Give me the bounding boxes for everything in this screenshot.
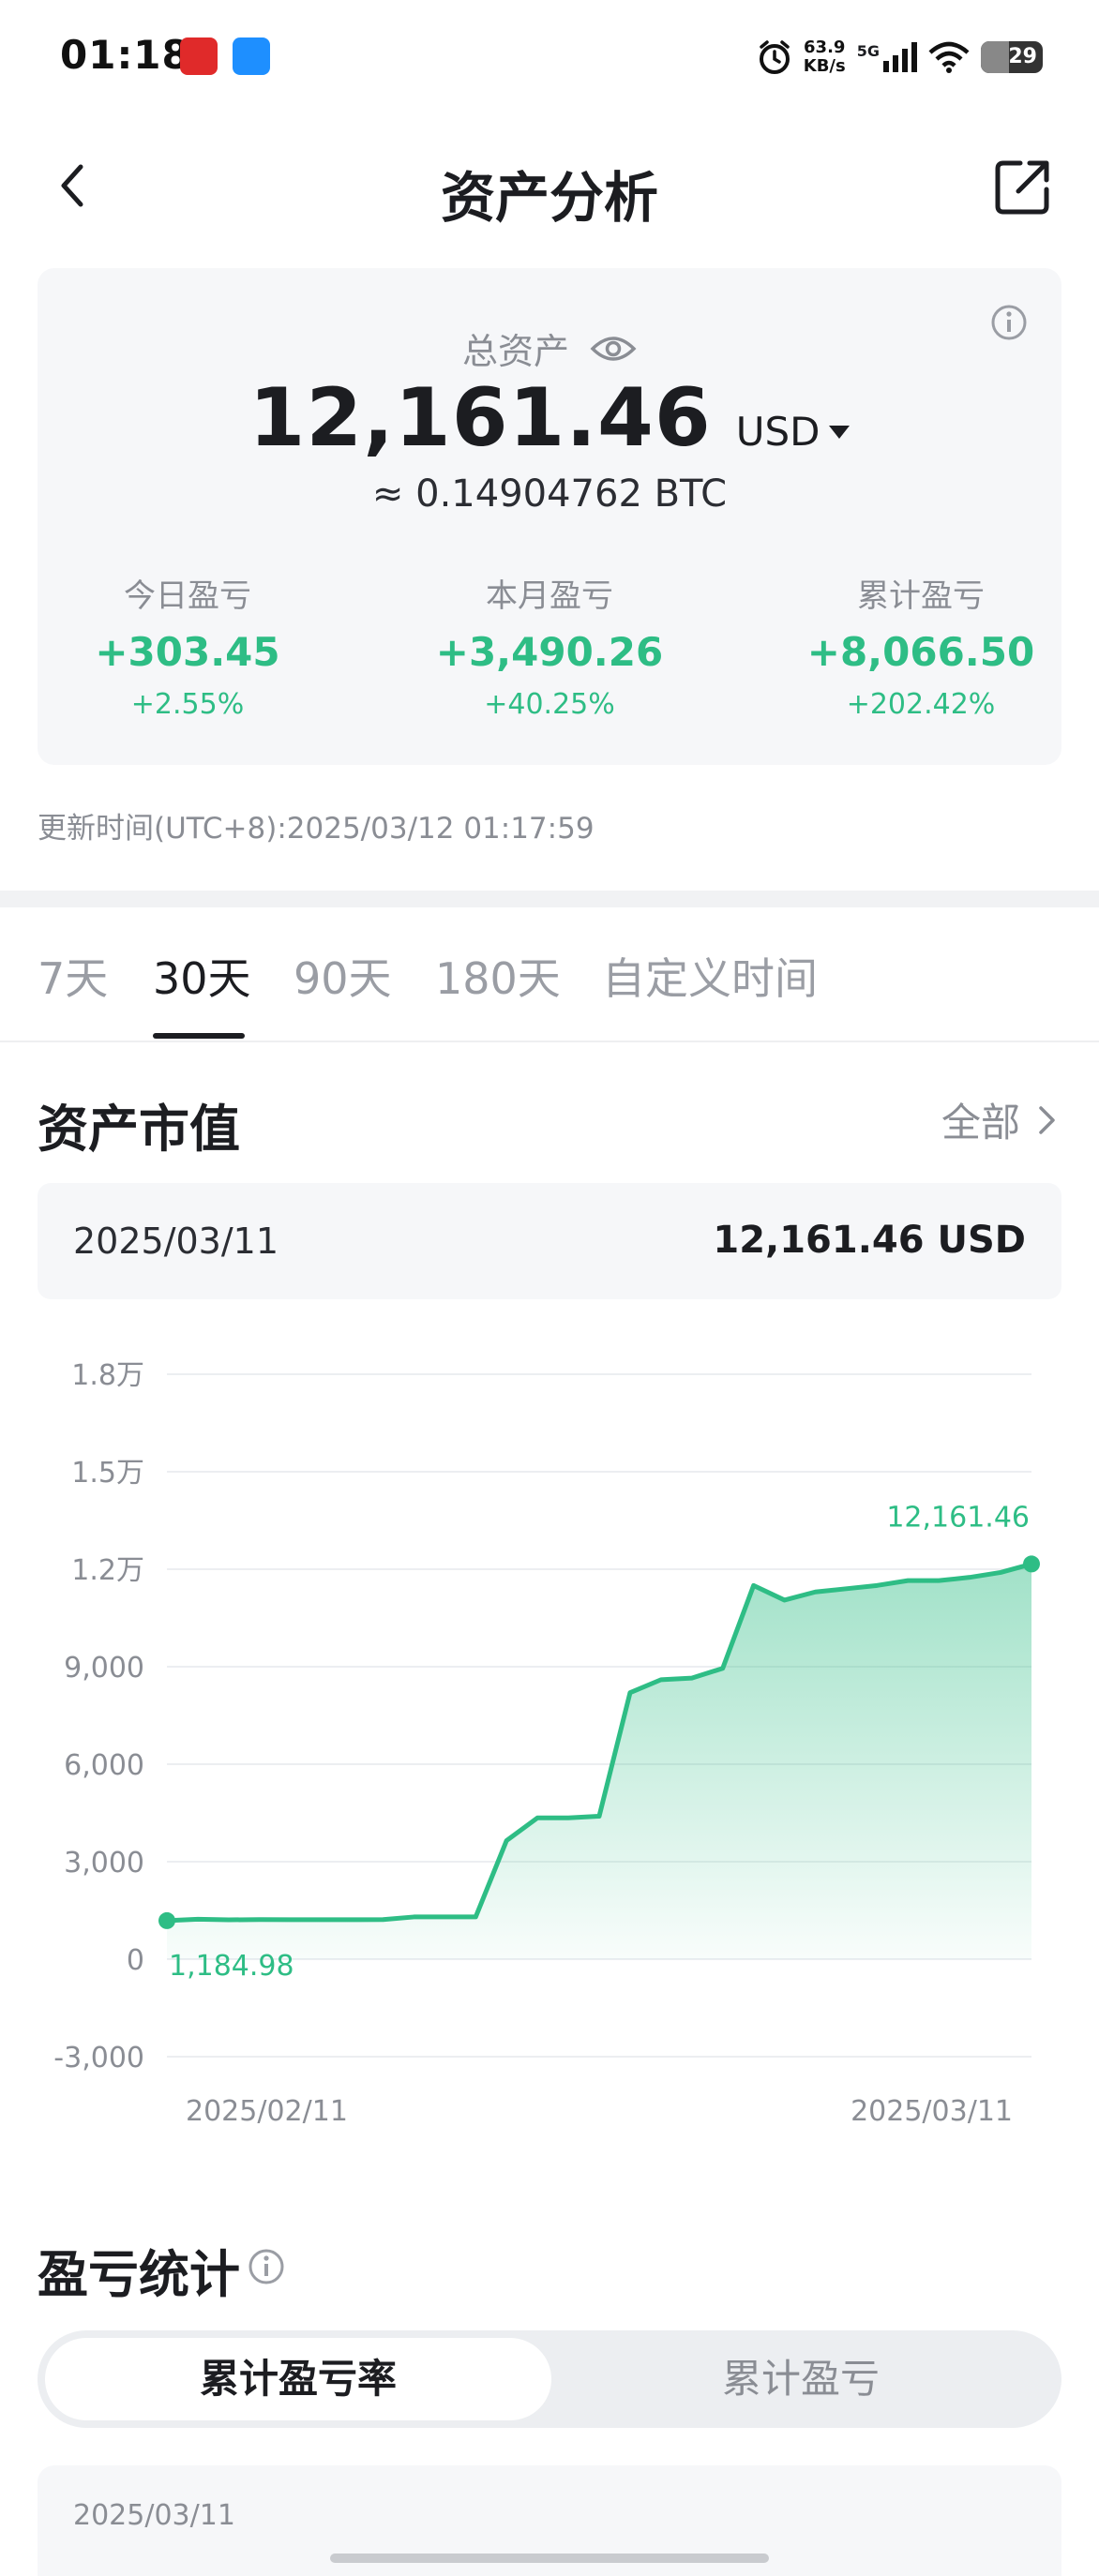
- chevron-right-icon: [1039, 1105, 1055, 1134]
- status-icons: 63.9 KB/s 5G 29: [757, 34, 1043, 81]
- y-tick-label: 9,000: [64, 1652, 144, 1685]
- tab-7d[interactable]: 7天: [38, 945, 108, 1007]
- y-tick-label: 1.8万: [71, 1359, 144, 1392]
- notification-app-icon-2: [233, 37, 270, 75]
- y-tick-label: 1.5万: [71, 1457, 144, 1490]
- time-range-tabs: 7天 30天 90天 180天 自定义时间: [0, 907, 1099, 1042]
- total-assets-value: 12,161.46: [248, 371, 712, 465]
- pnl-summary-row: 今日盈亏 +303.45 +2.55% 本月盈亏 +3,490.26 +40.2…: [38, 570, 1061, 729]
- y-tick-label: 6,000: [64, 1749, 144, 1782]
- info-icon[interactable]: [248, 2248, 285, 2285]
- cumulative-pnl-value: +8,066.50: [806, 629, 1035, 675]
- month-pnl: 本月盈亏 +3,490.26 +40.25%: [428, 570, 671, 721]
- view-all-link[interactable]: 全部: [941, 1091, 1058, 1148]
- net-speed-value: 63.9: [804, 37, 846, 57]
- pnl-mode-toggle: 累计盈亏率 累计盈亏: [38, 2330, 1061, 2428]
- cumulative-rate-option[interactable]: 累计盈亏率: [45, 2338, 551, 2420]
- currency-dropdown[interactable]: USD: [736, 409, 851, 455]
- page-title: 资产分析: [440, 166, 658, 230]
- status-bar: 01:18 63.9 KB/s 5G 29: [0, 0, 1099, 112]
- share-icon[interactable]: [990, 156, 1054, 219]
- update-time: 更新时间(UTC+8):2025/03/12 01:17:59: [38, 812, 595, 846]
- currency-label: USD: [735, 409, 820, 455]
- battery-icon: 29: [981, 41, 1043, 73]
- home-indicator[interactable]: [330, 2554, 769, 2563]
- tab-180d[interactable]: 180天: [435, 945, 561, 1007]
- cellular-signal: 5G: [857, 42, 917, 72]
- month-pnl-pct: +40.25%: [484, 688, 615, 721]
- data-point: [158, 1911, 175, 1929]
- asset-value-chart[interactable]: 1.8万 1.5万 1.2万 9,000 6,000 3,000 0 -3,000 2025/0…: [0, 1331, 1099, 2156]
- y-tick-label: -3,000: [53, 2042, 144, 2074]
- cumulative-pnl: 累计盈亏 +8,066.50 +202.42%: [799, 570, 1043, 721]
- total-label-row: 总资产: [38, 322, 1061, 374]
- view-all-label: 全部: [941, 1100, 1020, 1146]
- asset-value-title: 资产市值: [38, 1100, 240, 1159]
- selected-value-box: 2025/03/11 12,161.46 USD: [38, 1183, 1061, 1299]
- total-assets-label: 总资产: [461, 331, 569, 372]
- tab-90d[interactable]: 90天: [294, 945, 392, 1007]
- selected-date: 2025/03/11: [73, 1221, 279, 1262]
- data-point: [1023, 1555, 1040, 1573]
- signal-icon: [883, 42, 917, 72]
- page-header: 资产分析: [0, 131, 1099, 244]
- network-type: 5G: [856, 42, 880, 60]
- today-pnl-pct: +2.55%: [130, 688, 245, 721]
- total-value-row: 12,161.46 USD: [38, 371, 1061, 465]
- alarm-icon: [759, 40, 790, 74]
- cumulative-pnl-option[interactable]: 累计盈亏: [548, 2338, 1054, 2420]
- pnl-stats-title: 盈亏统计: [38, 2245, 240, 2304]
- y-tick-label: 1.2万: [71, 1554, 144, 1587]
- active-tab-indicator: [153, 1033, 245, 1039]
- chart-svg: 1.8万 1.5万 1.2万 9,000 6,000 3,000 0 -3,000 2025/0…: [53, 1359, 1040, 2128]
- today-pnl-label: 今日盈亏: [124, 577, 251, 615]
- status-time: 01:18: [60, 32, 190, 78]
- today-pnl-value: +303.45: [95, 629, 280, 675]
- tab-custom-time[interactable]: 自定义时间: [602, 945, 818, 1007]
- last-point-label: 12,161.46: [886, 1501, 1030, 1534]
- total-assets-card: 总资产 12,161.46 USD ≈ 0.14904762 BTC 今日盈亏 …: [38, 268, 1061, 765]
- btc-equivalent: ≈ 0.14904762 BTC: [371, 472, 728, 516]
- section-divider: [0, 891, 1099, 907]
- month-pnl-label: 本月盈亏: [486, 577, 613, 615]
- x-tick-label: 2025/02/11: [186, 2095, 348, 2128]
- net-speed: 63.9 KB/s: [804, 38, 846, 76]
- y-tick-label: 0: [127, 1944, 144, 1977]
- battery-level: 29: [1008, 45, 1037, 68]
- cumulative-pnl-pct: +202.42%: [846, 688, 996, 721]
- today-pnl: 今日盈亏 +303.45 +2.55%: [66, 570, 309, 721]
- selected-amount: 12,161.46 USD: [713, 1219, 1026, 1262]
- x-tick-label: 2025/03/11: [851, 2095, 1013, 2128]
- stats-date: 2025/03/11: [73, 2499, 235, 2532]
- first-point-label: 1,184.98: [169, 1950, 294, 1983]
- area-fill: [167, 1564, 1031, 1959]
- wifi-icon: [928, 41, 970, 73]
- tab-30d[interactable]: 30天: [153, 945, 251, 1007]
- month-pnl-value: +3,490.26: [435, 629, 664, 675]
- net-speed-unit: KB/s: [803, 56, 846, 76]
- eye-icon[interactable]: [590, 332, 637, 366]
- cumulative-pnl-label: 累计盈亏: [857, 577, 985, 615]
- caret-down-icon: [829, 425, 851, 439]
- y-tick-label: 3,000: [64, 1847, 144, 1880]
- notification-app-icon: [180, 37, 218, 75]
